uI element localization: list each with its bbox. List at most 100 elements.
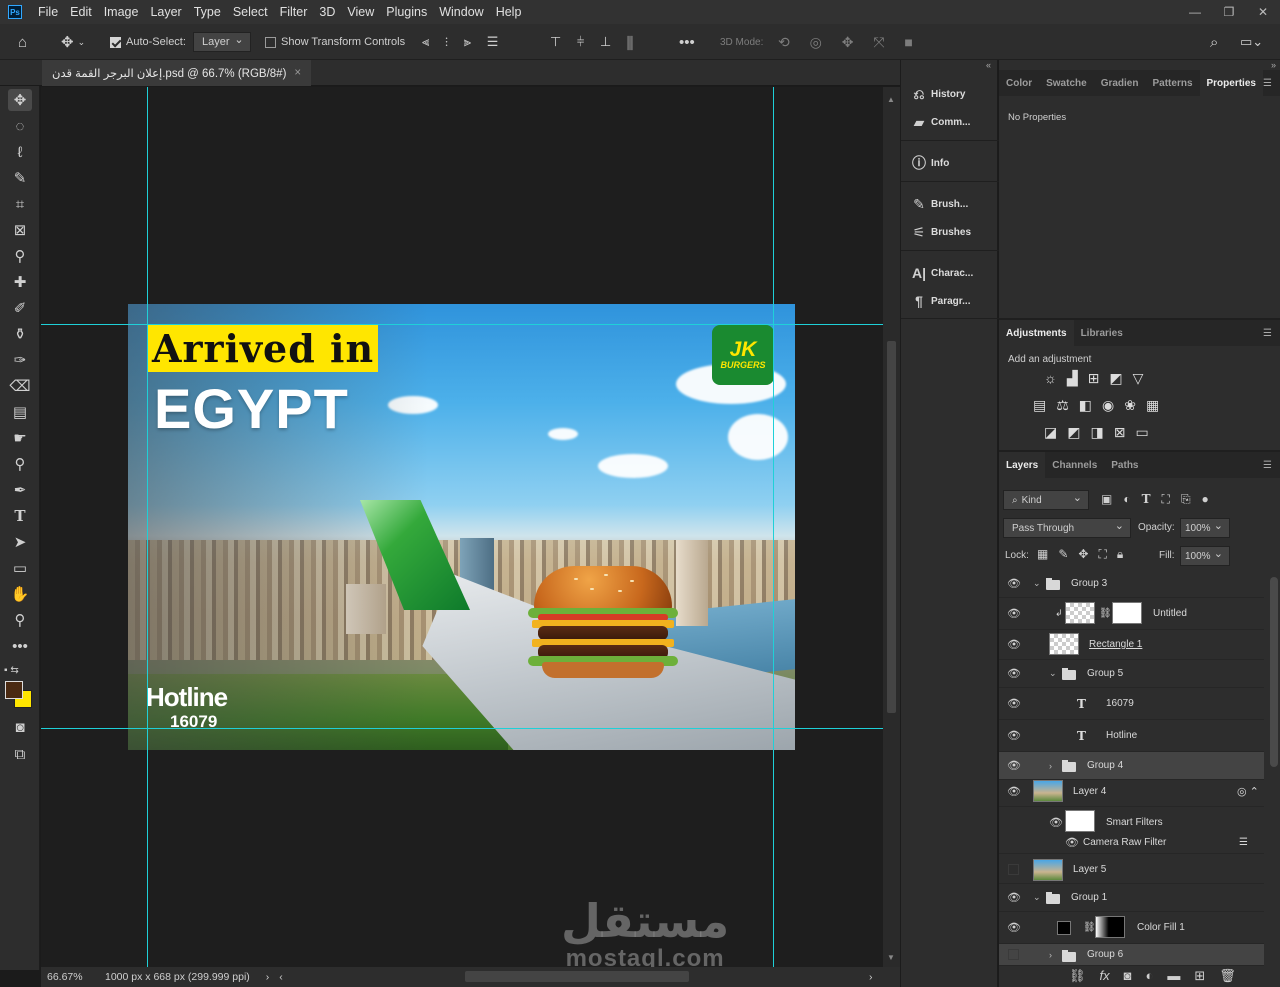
menu-3d[interactable]: 3D	[313, 5, 341, 19]
collapse-dock-icon[interactable]: «	[986, 60, 991, 70]
dock-info[interactable]: ⓘ Info	[907, 151, 995, 175]
zoom-level[interactable]: 66.67%	[47, 971, 103, 983]
tab-channels[interactable]: Channels	[1045, 452, 1104, 478]
type-tool-icon[interactable]: T	[8, 505, 32, 527]
expand-arrow-icon[interactable]: ›	[1049, 950, 1052, 960]
brush-tool-icon[interactable]: ✐	[8, 297, 32, 319]
fill-input[interactable]: 100%	[1180, 546, 1230, 566]
horizontal-scroll-thumb[interactable]	[465, 971, 689, 982]
color-lookup-icon[interactable]: ▦	[1146, 397, 1159, 414]
document-tab[interactable]: إعلان البرجر القمة قدن.psd @ 66.7% (RGB/…	[42, 60, 312, 86]
layers-scrollbar[interactable]	[1270, 577, 1278, 767]
collapse-arrow-icon[interactable]: ⌄	[1033, 578, 1041, 589]
move-tool-preset-icon[interactable]: ✥ ⌄	[61, 24, 85, 60]
vertical-scrollbar[interactable]: ▲ ▼	[883, 87, 900, 967]
link-layers-icon[interactable]: ⛓	[1069, 968, 1086, 984]
panel-menu-icon[interactable]: ☰	[1263, 328, 1272, 339]
smart-filter-indicator-icon[interactable]: ◎ ⌃	[1237, 785, 1259, 798]
visibility-eye-icon[interactable]: 👁︎	[1007, 667, 1021, 680]
collapse-arrow-icon[interactable]: ⌄	[1033, 892, 1041, 903]
menu-image[interactable]: Image	[98, 5, 145, 19]
dock-brushes[interactable]: ⚟ Brushes	[907, 220, 995, 244]
scroll-thumb[interactable]	[887, 341, 896, 713]
layer-row[interactable]: 👁︎ T Hotline	[999, 720, 1264, 752]
menu-filter[interactable]: Filter	[274, 5, 314, 19]
show-transform-controls-checkbox[interactable]: Show Transform Controls	[265, 24, 405, 60]
status-menu-icon[interactable]: ›	[266, 971, 270, 983]
foreground-color-swatch[interactable]	[5, 681, 23, 699]
gradient-tool-icon[interactable]: ▤	[8, 401, 32, 423]
menu-type[interactable]: Type	[188, 5, 227, 19]
layer-filter-kind-dropdown[interactable]: ⌕ Kind	[1003, 490, 1089, 510]
tab-adjustments[interactable]: Adjustments	[999, 320, 1074, 346]
layer-row[interactable]: 👁︎ Rectangle 1	[999, 630, 1264, 660]
dock-history[interactable]: ⎌ History	[907, 82, 995, 106]
panel-menu-icon[interactable]: ☰	[1263, 78, 1272, 89]
menu-file[interactable]: File	[32, 5, 64, 19]
lock-position-icon[interactable]: ✥	[1078, 547, 1088, 562]
panel-menu-icon[interactable]: ☰	[1263, 460, 1272, 471]
guide-vertical[interactable]	[147, 87, 148, 967]
curves-icon[interactable]: ⊞	[1088, 370, 1100, 387]
visibility-off-box[interactable]	[1008, 864, 1019, 875]
menu-plugins[interactable]: Plugins	[380, 5, 433, 19]
layer-row[interactable]: 👁︎ ⌄ Group 1	[999, 884, 1264, 912]
exposure-icon[interactable]: ◩	[1109, 370, 1122, 387]
selective-color-icon[interactable]: ⊠	[1114, 424, 1126, 441]
collapse-panels-icon[interactable]: »	[1271, 60, 1276, 70]
delete-layer-icon[interactable]: 🗑︎	[1219, 968, 1236, 984]
guide-horizontal[interactable]	[41, 324, 883, 325]
visibility-off-box[interactable]	[1008, 949, 1019, 960]
close-tab-icon[interactable]: ×	[294, 67, 301, 79]
quick-select-tool-icon[interactable]: ✎	[8, 167, 32, 189]
menu-window[interactable]: Window	[433, 5, 489, 19]
color-balance-icon[interactable]: ⚖	[1056, 397, 1069, 414]
filter-adjustment-icon[interactable]: ◐	[1123, 492, 1130, 507]
tab-patterns[interactable]: Patterns	[1145, 70, 1199, 96]
new-adjustment-icon[interactable]: ◐	[1146, 968, 1154, 984]
auto-select-dropdown[interactable]: Layer	[193, 32, 251, 52]
levels-icon[interactable]: ▟	[1067, 370, 1078, 387]
posterize-icon[interactable]: ◩	[1067, 424, 1080, 441]
lock-pixels-icon[interactable]: ✎	[1058, 547, 1068, 562]
visibility-eye-icon[interactable]: 👁︎	[1065, 836, 1079, 849]
dock-paragraph[interactable]: ¶ Paragr...	[907, 289, 995, 313]
vibrance-icon[interactable]: ▽	[1133, 370, 1144, 387]
filter-smart-object-icon[interactable]: ⎘	[1181, 492, 1191, 507]
tab-color[interactable]: Color	[999, 70, 1039, 96]
visibility-eye-icon[interactable]: 👁︎	[1007, 759, 1021, 772]
zoom-tool-icon[interactable]: ⚲	[8, 609, 32, 631]
hue-saturation-icon[interactable]: ▤	[1033, 397, 1046, 414]
crop-tool-icon[interactable]: ⌗	[8, 193, 32, 215]
scroll-down-icon[interactable]: ▼	[887, 953, 895, 962]
eraser-tool-icon[interactable]: ⌫	[8, 375, 32, 397]
history-brush-tool-icon[interactable]: ✑	[8, 349, 32, 371]
visibility-eye-icon[interactable]: 👁︎	[1007, 607, 1021, 620]
guide-vertical[interactable]	[773, 87, 774, 967]
filter-type-icon[interactable]: T	[1142, 492, 1151, 507]
blend-mode-dropdown[interactable]: Pass Through	[1003, 518, 1131, 538]
scroll-up-icon[interactable]: ▲	[887, 95, 895, 104]
visibility-eye-icon[interactable]: 👁︎	[1049, 816, 1063, 829]
visibility-eye-icon[interactable]: 👁︎	[1007, 577, 1021, 590]
clone-stamp-tool-icon[interactable]: ⚱	[8, 323, 32, 345]
path-selection-tool-icon[interactable]: ➤	[8, 531, 32, 553]
photo-filter-icon[interactable]: ◉	[1102, 397, 1114, 414]
visibility-eye-icon[interactable]: 👁︎	[1007, 729, 1021, 742]
quick-mask-icon[interactable]: ◙	[8, 716, 32, 738]
brightness-icon[interactable]: ☼	[1044, 370, 1057, 387]
marquee-tool-icon[interactable]: ◌	[8, 115, 32, 137]
restore-icon[interactable]: ❐	[1212, 0, 1246, 24]
new-group-icon[interactable]: ▬	[1167, 968, 1180, 984]
visibility-eye-icon[interactable]: 👁︎	[1007, 697, 1021, 710]
menu-select[interactable]: Select	[227, 5, 274, 19]
gradient-map-icon[interactable]: ▭	[1135, 424, 1148, 441]
menu-view[interactable]: View	[341, 5, 380, 19]
lock-transparent-icon[interactable]: ▦	[1037, 547, 1048, 562]
layer-row[interactable]: 👁︎ T 16079	[999, 688, 1264, 720]
channel-mixer-icon[interactable]: ❀	[1124, 397, 1136, 414]
collapse-arrow-icon[interactable]: ⌄	[1049, 668, 1057, 679]
threshold-icon[interactable]: ◨	[1090, 424, 1103, 441]
filter-shape-icon[interactable]: ⛶	[1162, 492, 1170, 507]
swap-colors-icon[interactable]: ▪ ⇆	[4, 665, 36, 679]
